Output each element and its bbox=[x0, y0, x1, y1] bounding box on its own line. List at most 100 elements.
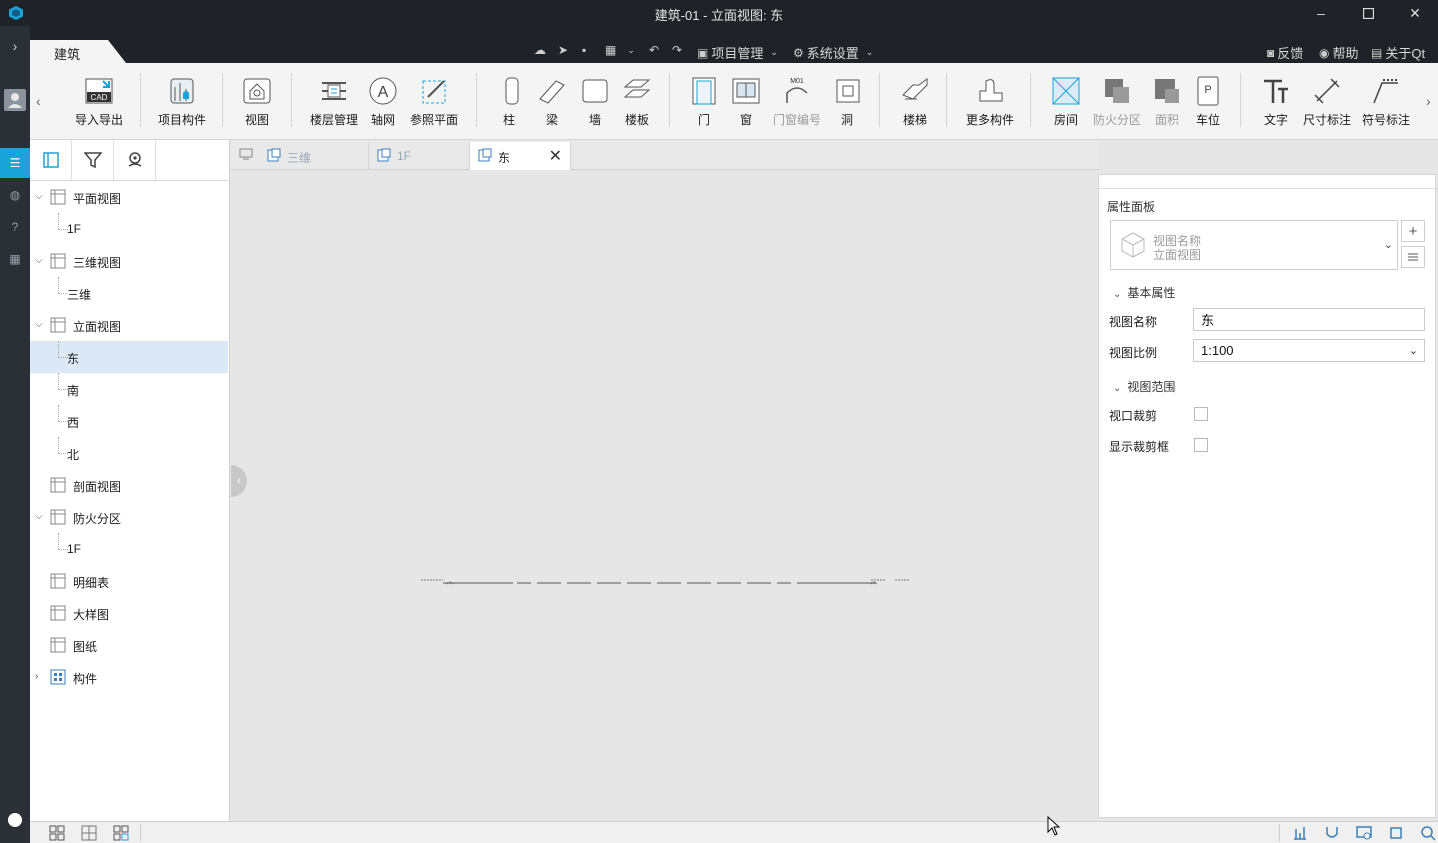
building-icon[interactable]: ▦ ⌄ bbox=[605, 43, 635, 57]
project-menu[interactable]: ▣ 项目管理 ⌄ bbox=[697, 43, 778, 62]
chevron-down-icon[interactable]: ⌵ bbox=[35, 511, 43, 522]
box-icon[interactable] bbox=[1388, 825, 1404, 841]
tree-item[interactable]: 图纸 bbox=[30, 629, 228, 661]
stair-button[interactable]: 楼梯 bbox=[898, 75, 932, 128]
tree-item[interactable]: ⌵ 平面视图 bbox=[30, 181, 228, 213]
fire-zone-button[interactable]: 防火分区 bbox=[1090, 75, 1144, 128]
layout-split-icon[interactable] bbox=[81, 825, 97, 841]
send-icon[interactable]: ➤ bbox=[558, 43, 568, 57]
compass-icon[interactable]: ◍ bbox=[0, 180, 30, 210]
tree-item[interactable]: 大样图 bbox=[30, 597, 228, 629]
status-circle-icon[interactable] bbox=[0, 805, 30, 835]
cloud-icon[interactable]: ☁ bbox=[534, 43, 546, 57]
section-basic-properties[interactable]: ⌄ 基本属性 bbox=[1113, 284, 1175, 301]
tree-item[interactable]: 西 bbox=[30, 405, 228, 437]
tree-panel-icon[interactable]: ☰ bbox=[0, 148, 30, 178]
layout-grid-icon[interactable] bbox=[49, 825, 65, 841]
snap-icon[interactable] bbox=[1324, 825, 1340, 841]
project-component-button[interactable]: 项目构件 bbox=[154, 75, 210, 128]
close-button[interactable]: ✕ bbox=[1392, 0, 1438, 26]
feedback-button[interactable]: ◙ 反馈 bbox=[1267, 43, 1303, 62]
tree-item[interactable]: ⌵ 防火分区 bbox=[30, 501, 228, 533]
tree-item-label: 东 bbox=[67, 352, 80, 366]
view-scale-select[interactable]: 1:100 ⌄ bbox=[1193, 339, 1425, 362]
floor-management-button[interactable]: 楼层管理 bbox=[306, 75, 362, 128]
add-type-button[interactable]: + bbox=[1401, 220, 1425, 242]
import-export-button[interactable]: CAD 导入导出 bbox=[72, 75, 126, 128]
view-name-label: 视图名称 bbox=[1109, 315, 1158, 329]
door-button[interactable]: 门 bbox=[687, 75, 721, 128]
tree-item[interactable]: 1F bbox=[30, 533, 228, 565]
show-crop-checkbox[interactable] bbox=[1194, 438, 1208, 452]
tree-item[interactable]: 东 bbox=[30, 341, 228, 373]
window-button[interactable]: 窗 bbox=[729, 75, 763, 128]
user-avatar[interactable] bbox=[0, 85, 30, 115]
viewport-crop-checkbox[interactable] bbox=[1194, 407, 1208, 421]
tree-item[interactable]: ⌵ 三维视图 bbox=[30, 245, 228, 277]
type-selector[interactable]: 视图名称 立面视图 ⌄ bbox=[1110, 220, 1398, 270]
undo-icon[interactable]: ↶ bbox=[649, 43, 659, 57]
beam-button[interactable]: 梁 bbox=[535, 75, 569, 128]
question-icon[interactable]: ? bbox=[0, 212, 30, 242]
tree-item[interactable]: ⌵ 立面视图 bbox=[30, 309, 228, 341]
reference-plane-button[interactable]: 参照平面 bbox=[406, 75, 462, 128]
feedback-label: 反馈 bbox=[1277, 46, 1304, 61]
tab-list-icon[interactable] bbox=[239, 148, 253, 163]
level-icon[interactable] bbox=[1292, 825, 1308, 841]
redo-icon[interactable]: ↷ bbox=[672, 43, 682, 57]
tab-location[interactable] bbox=[114, 140, 156, 180]
chevron-down-icon[interactable]: ⌵ bbox=[35, 255, 43, 266]
opening-button[interactable]: 洞 bbox=[832, 75, 862, 128]
doc-tab-label: 东 bbox=[498, 151, 511, 165]
wall-button[interactable]: 墙 bbox=[578, 75, 612, 128]
layout-tile-icon[interactable] bbox=[113, 825, 129, 841]
zoom-fit-icon[interactable] bbox=[1420, 825, 1436, 841]
tag-badge: M01 bbox=[790, 78, 804, 85]
expand-icon[interactable]: › bbox=[0, 31, 30, 61]
area-button[interactable]: 面积 bbox=[1150, 75, 1184, 128]
save-icon[interactable]: ▪ bbox=[582, 43, 586, 57]
view-name-input[interactable] bbox=[1193, 308, 1425, 331]
more-components-button[interactable]: 更多构件 bbox=[962, 75, 1018, 128]
drawing-canvas[interactable] bbox=[231, 171, 1097, 821]
apps-icon[interactable]: ▦ bbox=[0, 244, 30, 274]
view-button[interactable]: 视图 bbox=[236, 75, 278, 128]
maximize-button[interactable] bbox=[1345, 0, 1391, 26]
chevron-down-icon[interactable]: ⌵ bbox=[35, 191, 43, 202]
doc-tab-east[interactable]: 东 ✕ bbox=[470, 142, 571, 170]
minimize-button[interactable]: – bbox=[1298, 0, 1344, 26]
display-icon[interactable] bbox=[1356, 825, 1372, 841]
room-button[interactable]: 房间 bbox=[1049, 75, 1083, 128]
symbol-annotation-button[interactable]: 符号标注 bbox=[1358, 75, 1414, 128]
door-window-tag-button[interactable]: M01 门窗编号 bbox=[770, 75, 824, 128]
tab-views[interactable] bbox=[30, 140, 72, 180]
tree-item[interactable]: 北 bbox=[30, 437, 228, 469]
edit-type-button[interactable] bbox=[1401, 246, 1425, 268]
section-view-range[interactable]: ⌄ 视图范围 bbox=[1113, 378, 1175, 395]
help-button[interactable]: ◉ 帮助 bbox=[1319, 43, 1359, 62]
tree-item[interactable]: › 构件 bbox=[30, 661, 228, 693]
close-tab-icon[interactable]: ✕ bbox=[549, 146, 562, 166]
tab-filter[interactable] bbox=[72, 140, 114, 180]
settings-menu[interactable]: ⚙ 系统设置 ⌄ bbox=[793, 43, 873, 62]
doc-tab-1f[interactable]: 1F bbox=[369, 142, 470, 170]
about-button[interactable]: ▤ 关于Qt bbox=[1371, 43, 1425, 62]
wall-label: 墙 bbox=[588, 113, 601, 127]
tree-item[interactable]: 1F bbox=[30, 213, 228, 245]
parking-button[interactable]: P 车位 bbox=[1191, 75, 1225, 128]
text-button[interactable]: 文字 bbox=[1259, 75, 1293, 128]
ribbon-scroll-right-icon[interactable]: › bbox=[1426, 93, 1431, 109]
tree-item[interactable]: 明细表 bbox=[30, 565, 228, 597]
ribbon-scroll-left-icon[interactable]: ‹ bbox=[36, 93, 41, 109]
doc-tab-3d[interactable]: 三维 bbox=[259, 142, 369, 170]
dimension-button[interactable]: 尺寸标注 bbox=[1300, 75, 1354, 128]
tree-item[interactable]: 剖面视图 bbox=[30, 469, 228, 501]
chevron-right-icon[interactable]: › bbox=[35, 671, 38, 682]
tree-item[interactable]: 三维 bbox=[30, 277, 228, 309]
grid-button[interactable]: A 轴网 bbox=[366, 75, 400, 128]
tree-item[interactable]: 南 bbox=[30, 373, 228, 405]
chevron-down-icon[interactable]: ⌵ bbox=[35, 319, 43, 330]
ribbon-tab-architecture[interactable]: 建筑 bbox=[30, 40, 126, 63]
column-button[interactable]: 柱 bbox=[496, 75, 522, 128]
slab-button[interactable]: 楼板 bbox=[619, 75, 655, 128]
